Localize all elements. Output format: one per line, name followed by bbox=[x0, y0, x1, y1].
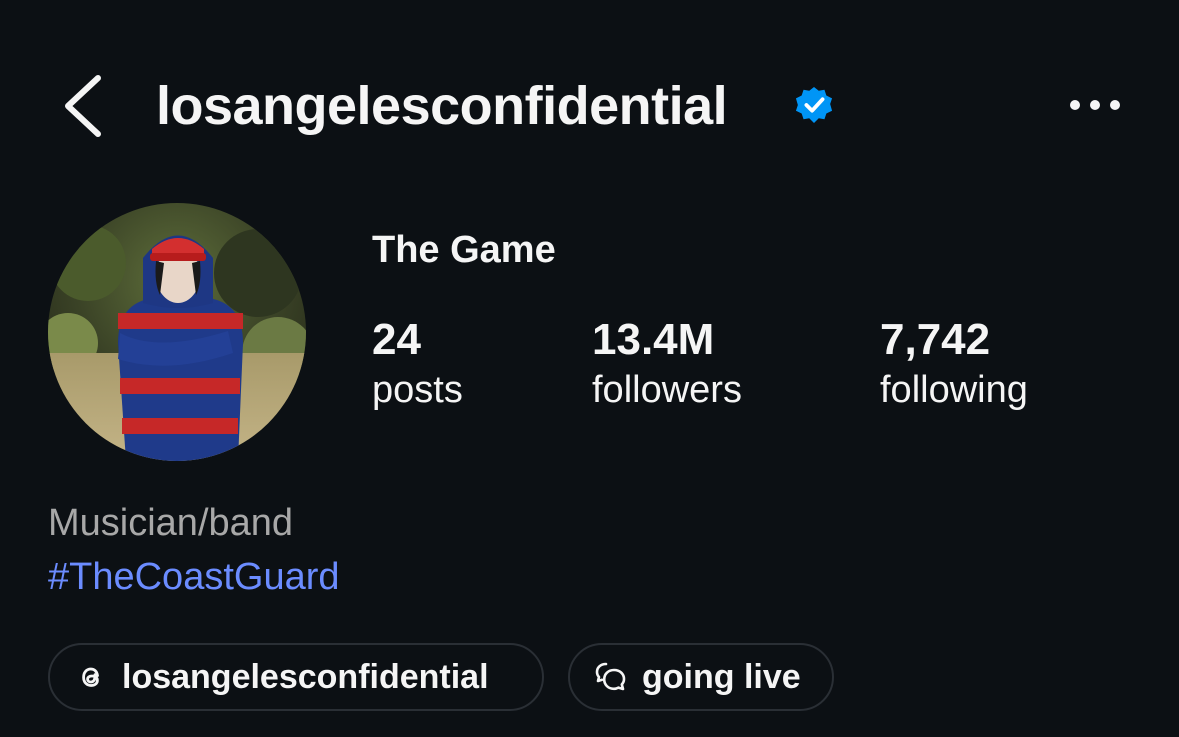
more-horizontal-icon bbox=[1070, 100, 1120, 110]
profile-avatar[interactable] bbox=[48, 203, 306, 461]
profile-username: losangelesconfidential bbox=[156, 76, 728, 136]
verified-badge-icon bbox=[795, 86, 833, 124]
stat-followers[interactable]: 13.4M followers bbox=[592, 314, 742, 414]
more-options-button[interactable] bbox=[1068, 92, 1122, 118]
stat-posts[interactable]: 24 posts bbox=[372, 314, 463, 414]
back-button[interactable] bbox=[60, 72, 108, 140]
threads-profile-chip[interactable]: losangelesconfidential bbox=[48, 643, 544, 711]
going-live-chip-label: going live bbox=[642, 658, 801, 696]
going-live-chip[interactable]: going live bbox=[568, 643, 834, 711]
followers-label: followers bbox=[592, 369, 742, 411]
following-label: following bbox=[880, 369, 1028, 411]
following-count: 7,742 bbox=[880, 315, 991, 364]
chat-bubbles-icon bbox=[594, 660, 628, 694]
profile-screen: losangelesconfidential The Game 24 posts… bbox=[0, 0, 1179, 737]
posts-label: posts bbox=[372, 369, 463, 411]
profile-display-name: The Game bbox=[372, 229, 556, 271]
threads-icon bbox=[74, 660, 108, 694]
bio-hashtag-link[interactable]: #TheCoastGuard bbox=[48, 554, 340, 600]
profile-category: Musician/band bbox=[48, 502, 294, 544]
followers-count: 13.4M bbox=[592, 315, 715, 364]
threads-chip-label: losangelesconfidential bbox=[122, 658, 489, 696]
stat-following[interactable]: 7,742 following bbox=[880, 314, 1028, 414]
profile-photo bbox=[48, 203, 306, 461]
chevron-left-icon bbox=[65, 75, 101, 137]
posts-count: 24 bbox=[372, 315, 421, 364]
